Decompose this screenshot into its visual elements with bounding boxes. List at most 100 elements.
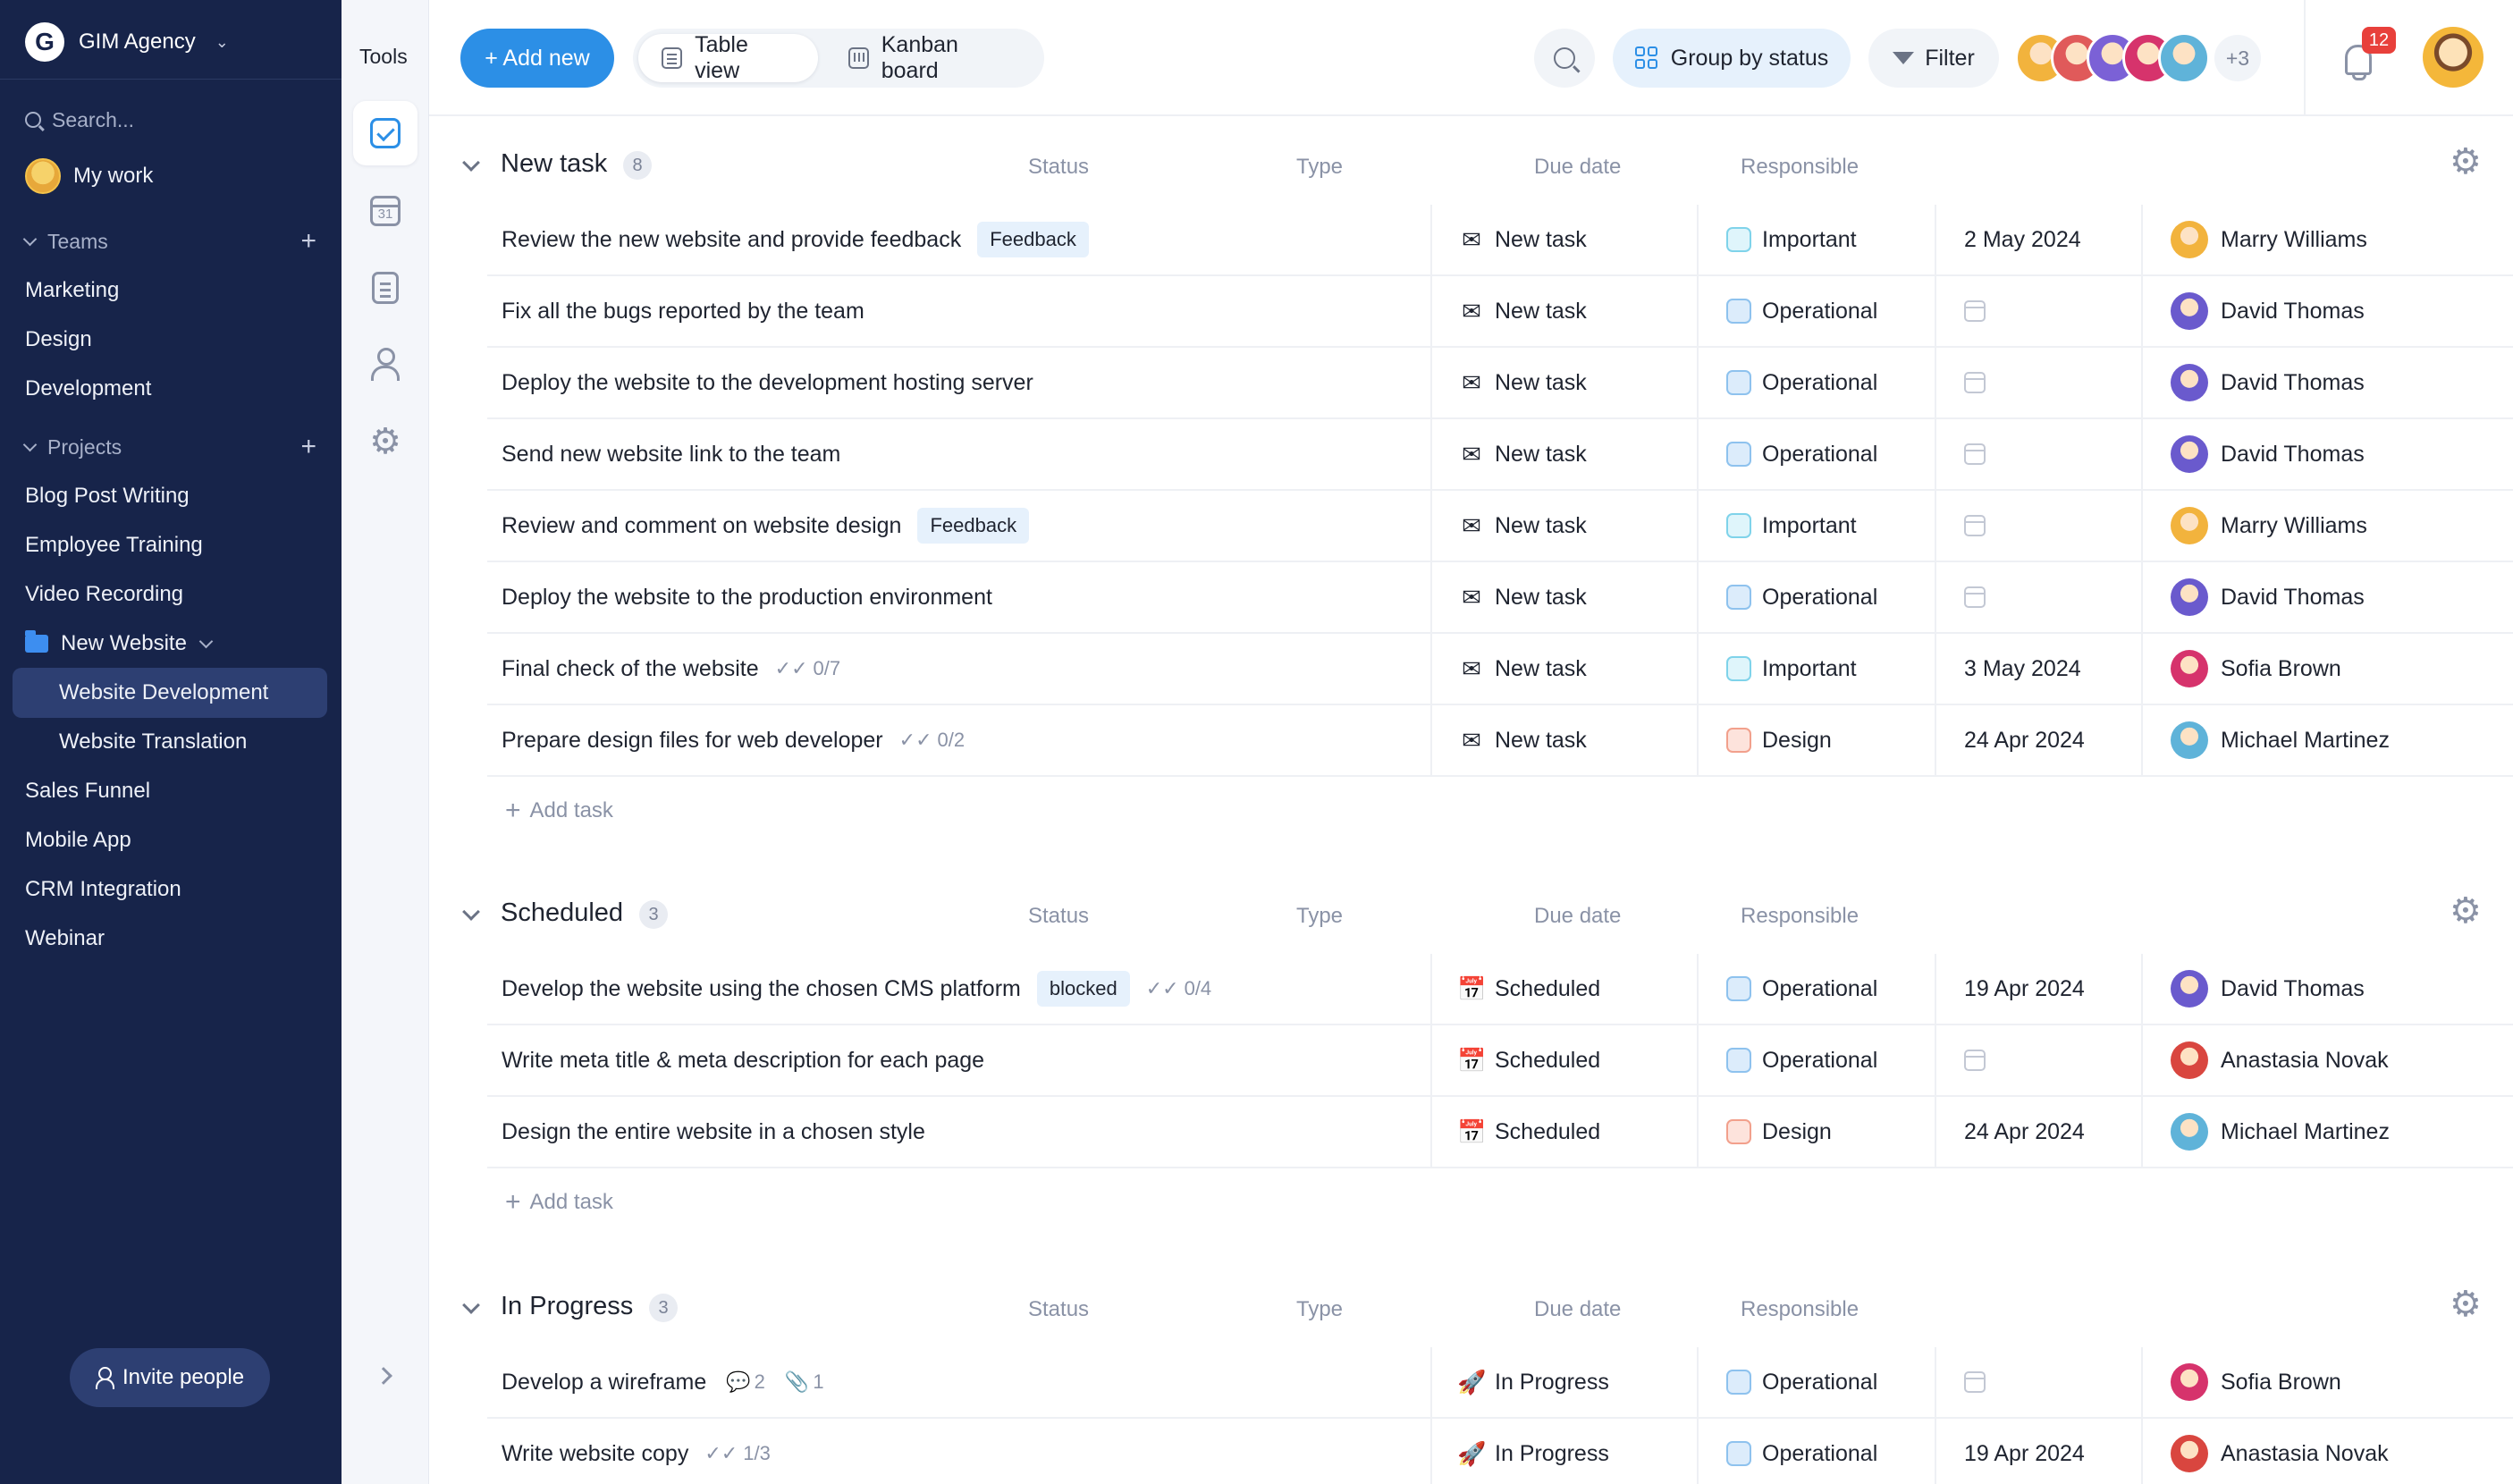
due-date-cell[interactable]: [1964, 276, 1986, 346]
type-cell[interactable]: Important: [1726, 491, 1857, 561]
sidebar-item-development[interactable]: Development: [25, 369, 151, 409]
table-row[interactable]: Fix all the bugs reported by the team ✉ Ne…: [487, 276, 2513, 348]
avatar[interactable]: [2423, 27, 2483, 88]
status-cell[interactable]: ✉ New task: [1457, 276, 1587, 346]
status-cell[interactable]: ✉ New task: [1457, 634, 1587, 704]
task-tag[interactable]: Feedback: [977, 222, 1089, 257]
status-cell[interactable]: ✉ New task: [1457, 348, 1587, 417]
task-name-cell[interactable]: Review and comment on website design Feed…: [502, 491, 1030, 561]
tool-tasks[interactable]: [353, 101, 417, 165]
sidebar-folder-new-website[interactable]: New Website: [25, 624, 214, 663]
sidebar-item-blog-post-writing[interactable]: Blog Post Writing: [25, 476, 190, 516]
task-name[interactable]: Write meta title & meta description for …: [502, 1048, 984, 1074]
responsible-cell[interactable]: David Thomas: [2171, 276, 2365, 346]
task-name[interactable]: Deploy the website to the development ho…: [502, 370, 1033, 396]
task-tag[interactable]: Feedback: [917, 508, 1030, 544]
subtask-progress[interactable]: ✓✓ 0/7: [775, 657, 840, 680]
task-name-cell[interactable]: Prepare design files for web developer ✓✓…: [502, 705, 965, 775]
sidebar-projects-header[interactable]: Projects +: [22, 429, 316, 465]
type-cell[interactable]: Operational: [1726, 562, 1877, 632]
tool-calendar[interactable]: 31: [353, 179, 417, 243]
column-header-responsible[interactable]: Responsible: [1741, 904, 1859, 929]
responsible-cell[interactable]: Michael Martinez: [2171, 705, 2390, 775]
due-date-cell[interactable]: [1964, 562, 1986, 632]
table-row[interactable]: Write meta title & meta description for …: [487, 1025, 2513, 1097]
subtask-progress[interactable]: ✓✓ 1/3: [704, 1442, 770, 1465]
type-cell[interactable]: Important: [1726, 205, 1857, 274]
tool-settings[interactable]: ⚙: [353, 409, 417, 474]
sidebar-search[interactable]: Search...: [25, 104, 134, 136]
task-name[interactable]: Review and comment on website design: [502, 513, 901, 539]
table-row[interactable]: Final check of the website ✓✓ 0/7 ✉ New task…: [487, 634, 2513, 705]
gear-icon[interactable]: ⚙: [2450, 1286, 2482, 1322]
sidebar-item-mobile-app[interactable]: Mobile App: [25, 821, 131, 860]
calendar-icon[interactable]: [1964, 443, 1986, 465]
avatar[interactable]: [2158, 32, 2210, 84]
table-view-button[interactable]: Table view: [638, 32, 818, 83]
type-cell[interactable]: Design: [1726, 1097, 1832, 1167]
sidebar-item-crm-integration[interactable]: CRM Integration: [25, 870, 181, 909]
responsible-cell[interactable]: Marry Williams: [2171, 205, 2367, 274]
add-project-icon[interactable]: +: [300, 432, 316, 462]
group-by-status-button[interactable]: Group by status: [1613, 29, 1851, 88]
workspace-switcher[interactable]: G GIM Agency ⌄: [25, 20, 229, 64]
type-cell[interactable]: Operational: [1726, 954, 1877, 1024]
chevron-down-icon[interactable]: [462, 154, 480, 172]
task-name-cell[interactable]: Design the entire website in a chosen st…: [502, 1097, 925, 1167]
type-cell[interactable]: Operational: [1726, 1419, 1877, 1484]
sidebar-my-work[interactable]: My work: [25, 156, 153, 196]
responsible-cell[interactable]: Anastasia Novak: [2171, 1419, 2389, 1484]
table-row[interactable]: Develop a wireframe 💬 2 📎 1 🚀 In Progress Opera…: [487, 1347, 2513, 1419]
task-name-cell[interactable]: Fix all the bugs reported by the team: [502, 276, 864, 346]
add-team-icon[interactable]: +: [300, 226, 316, 257]
responsible-cell[interactable]: Marry Williams: [2171, 491, 2367, 561]
more-people-count[interactable]: +3: [2212, 32, 2264, 84]
task-name-cell[interactable]: Send new website link to the team: [502, 419, 840, 489]
task-name-cell[interactable]: Write website copy ✓✓ 1/3: [502, 1419, 771, 1484]
task-name-cell[interactable]: Deploy the website to the production env…: [502, 562, 992, 632]
search-button[interactable]: [1534, 29, 1595, 88]
status-cell[interactable]: 📅 Scheduled: [1457, 954, 1600, 1024]
task-name[interactable]: Develop a wireframe: [502, 1370, 706, 1395]
status-cell[interactable]: 🚀 In Progress: [1457, 1347, 1609, 1417]
type-cell[interactable]: Operational: [1726, 1347, 1877, 1417]
filter-button[interactable]: Filter: [1868, 29, 1999, 88]
responsible-cell[interactable]: David Thomas: [2171, 954, 2365, 1024]
responsible-cell[interactable]: Michael Martinez: [2171, 1097, 2390, 1167]
table-row[interactable]: Deploy the website to the production env…: [487, 562, 2513, 634]
status-cell[interactable]: ✉ New task: [1457, 562, 1587, 632]
due-date-cell[interactable]: 19 Apr 2024: [1964, 954, 2085, 1024]
add-new-button[interactable]: + Add new: [460, 29, 614, 88]
type-cell[interactable]: Operational: [1726, 276, 1877, 346]
task-name-cell[interactable]: Develop a wireframe 💬 2 📎 1: [502, 1347, 824, 1417]
task-tag[interactable]: blocked: [1036, 971, 1130, 1007]
status-cell[interactable]: ✉ New task: [1457, 491, 1587, 561]
task-name-cell[interactable]: Develop the website using the chosen CMS…: [502, 954, 1211, 1024]
column-header-type[interactable]: Type: [1296, 155, 1343, 180]
task-name[interactable]: Send new website link to the team: [502, 442, 840, 468]
calendar-icon[interactable]: [1964, 372, 1986, 393]
attachment-count[interactable]: 📎 1: [785, 1370, 824, 1394]
task-name[interactable]: Design the entire website in a chosen st…: [502, 1119, 925, 1145]
table-row[interactable]: Design the entire website in a chosen st…: [487, 1097, 2513, 1168]
sidebar-teams-header[interactable]: Teams +: [22, 223, 316, 259]
calendar-icon[interactable]: [1964, 1050, 1986, 1071]
due-date-cell[interactable]: [1964, 1347, 1986, 1417]
sidebar-item-webinar[interactable]: Webinar: [25, 919, 105, 958]
table-row[interactable]: Prepare design files for web developer ✓✓…: [487, 705, 2513, 777]
calendar-icon[interactable]: [1964, 515, 1986, 536]
task-name-cell[interactable]: Review the new website and provide feedb…: [502, 205, 1089, 274]
comment-count[interactable]: 💬 2: [726, 1370, 765, 1394]
task-name[interactable]: Review the new website and provide feedb…: [502, 227, 961, 253]
subtask-progress[interactable]: ✓✓ 0/2: [899, 729, 965, 752]
column-header-status[interactable]: Status: [1028, 155, 1089, 180]
responsible-cell[interactable]: David Thomas: [2171, 348, 2365, 417]
task-name[interactable]: Develop the website using the chosen CMS…: [502, 976, 1021, 1002]
status-cell[interactable]: ✉ New task: [1457, 205, 1587, 274]
table-row[interactable]: Develop the website using the chosen CMS…: [487, 954, 2513, 1025]
tool-people[interactable]: [353, 333, 417, 397]
column-header-due[interactable]: Due date: [1534, 904, 1621, 929]
due-date-cell[interactable]: 2 May 2024: [1964, 205, 2081, 274]
add-task-button[interactable]: + Add task: [505, 1176, 613, 1229]
task-name-cell[interactable]: Write meta title & meta description for …: [502, 1025, 984, 1095]
